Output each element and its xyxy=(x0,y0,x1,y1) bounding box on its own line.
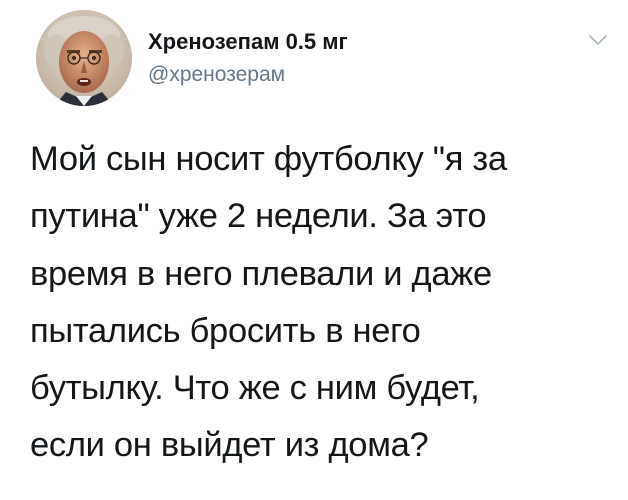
tweet-card: Хренозепам 0.5 мг @хренозерам Мой сын но… xyxy=(0,0,628,500)
author-handle[interactable]: @хренозерам xyxy=(148,62,285,88)
author-display-name[interactable]: Хренозепам 0.5 мг xyxy=(148,29,348,55)
chevron-down-icon[interactable] xyxy=(586,32,610,48)
avatar[interactable] xyxy=(36,10,132,106)
avatar-image xyxy=(36,10,132,106)
tweet-text: Мой сын носит футболку "я за путина" уже… xyxy=(30,140,507,465)
